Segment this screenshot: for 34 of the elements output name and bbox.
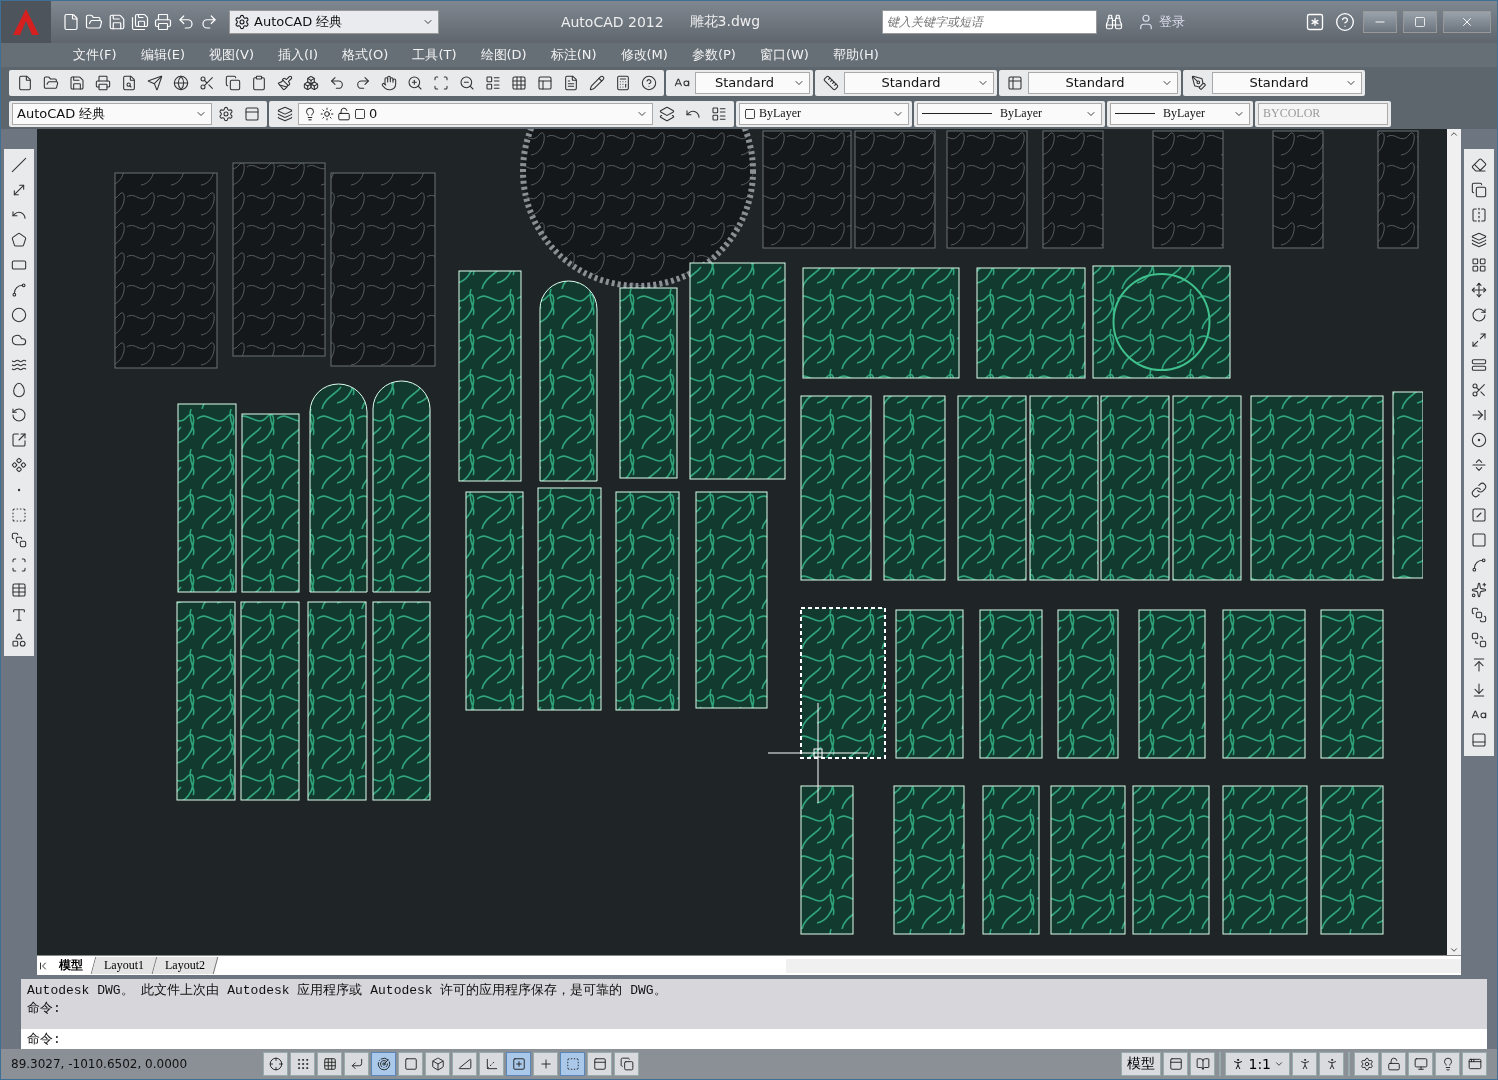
layer-dropdown[interactable]: 0 xyxy=(298,102,653,125)
color-dropdown[interactable]: ByLayer xyxy=(739,102,909,125)
menu-item[interactable]: 编辑(E) xyxy=(128,46,197,64)
workspace-dropdown[interactable]: AutoCAD 经典 xyxy=(229,10,439,34)
menu-item[interactable]: 绘图(D) xyxy=(468,46,539,64)
search-field[interactable]: 键入关键字或短语 xyxy=(882,10,1098,34)
style-dropdown[interactable]: Standard xyxy=(1212,71,1362,94)
file-name: 雕花3.dwg xyxy=(688,13,762,31)
layout-tab[interactable]: Layout2 xyxy=(152,957,219,974)
lineweight-dropdown[interactable]: ByLayer xyxy=(1110,102,1250,125)
menu-item[interactable]: 插入(I) xyxy=(266,46,330,64)
menu-item[interactable]: 窗口(W) xyxy=(747,46,821,64)
coordinates: 89.3027, -1010.6502, 0.0000 xyxy=(11,1057,189,1071)
layout-tab[interactable]: Layout1 xyxy=(91,957,158,974)
window-title: AutoCAD 2012 xyxy=(559,14,665,30)
linetype-dropdown[interactable]: ByLayer xyxy=(917,102,1102,125)
annotation-scale-button[interactable]: 1:1 xyxy=(1225,1052,1290,1076)
menu-item[interactable]: 参数(P) xyxy=(679,46,748,64)
style-dropdown[interactable]: Standard xyxy=(844,71,994,94)
menu-item[interactable]: 帮助(H) xyxy=(820,46,891,64)
menu-item[interactable]: 标注(N) xyxy=(538,46,609,64)
sign-in-button[interactable]: 登录 xyxy=(1131,12,1192,32)
workspace-dropdown[interactable]: AutoCAD 经典 xyxy=(12,102,212,125)
command-input[interactable]: 命令: xyxy=(21,1029,1487,1049)
menu-item[interactable]: 格式(O) xyxy=(330,46,401,64)
history-line: 命令: xyxy=(27,1000,62,1017)
style-dropdown[interactable]: Standard xyxy=(1028,71,1178,94)
menu-item[interactable]: 修改(M) xyxy=(608,46,680,64)
model-space-button[interactable]: 模型 xyxy=(1121,1052,1162,1076)
style-dropdown[interactable]: Standard xyxy=(695,71,810,94)
menu-item[interactable]: 文件(F) xyxy=(61,46,129,64)
history-line: Autodesk DWG。 此文件上次由 Autodesk 应用程序或 Autodesk 许可的应用程序保存，是可靠的 DWG。 xyxy=(27,982,668,999)
menu-item[interactable]: 工具(T) xyxy=(400,46,469,64)
menu-item[interactable]: 视图(V) xyxy=(197,46,267,64)
